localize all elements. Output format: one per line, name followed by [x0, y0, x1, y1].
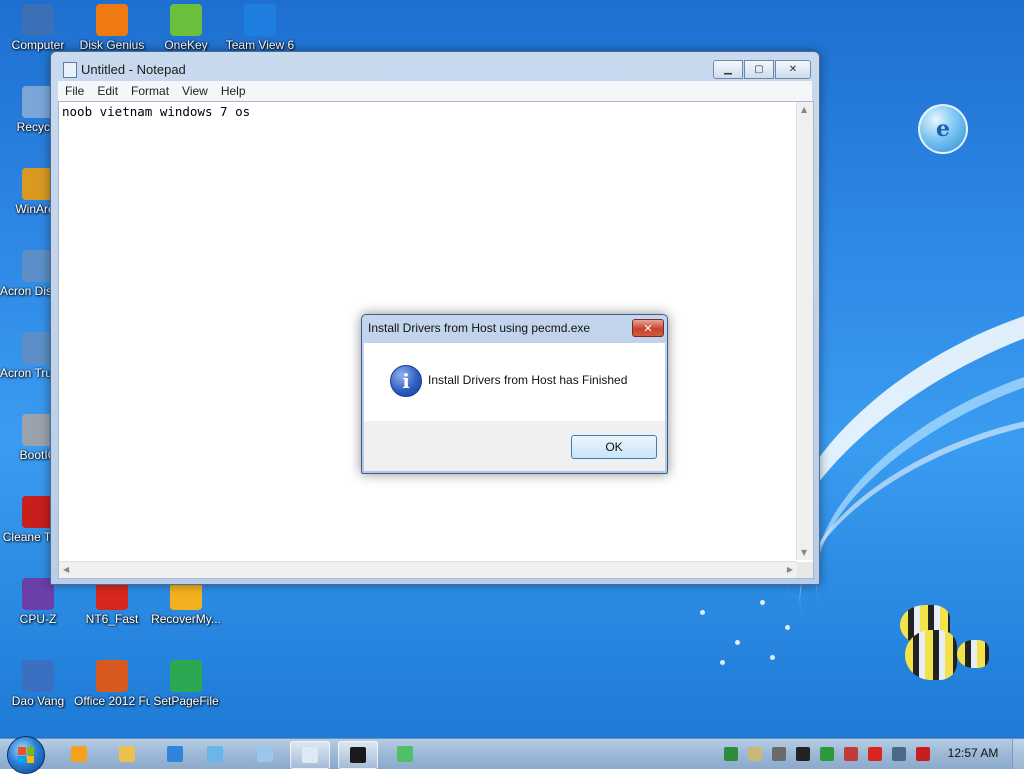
message-dialog[interactable]: Install Drivers from Host using pecmd.ex… — [361, 314, 668, 474]
scroll-right-arrow-icon[interactable]: ▶ — [787, 565, 793, 574]
scroll-left-arrow-icon[interactable]: ◀ — [63, 565, 69, 574]
taskbar-button[interactable] — [246, 741, 284, 767]
bubble-logo-icon: e — [918, 104, 968, 154]
display-icon[interactable] — [892, 747, 906, 761]
flag-icon[interactable] — [868, 747, 882, 761]
desktop-shortcut[interactable]: CPU-Z — [0, 578, 76, 627]
taskbar-button[interactable] — [386, 741, 424, 767]
taskbar-button[interactable] — [338, 741, 378, 769]
maximize-button[interactable]: ▢ — [744, 60, 774, 79]
desktop-shortcut-label: NT6_Fast — [85, 612, 139, 626]
volume-muted-icon[interactable] — [916, 747, 930, 761]
command-prompt-icon — [350, 747, 366, 763]
minimize-button[interactable]: ▁ — [713, 60, 743, 79]
fish-decoration — [905, 630, 957, 680]
desktop-shortcut[interactable]: SetPageFile — [148, 660, 224, 709]
setpagefile-icon — [397, 746, 413, 762]
desktop: e Computer Disk Genius OneKey Team View 6 Re… — [0, 0, 1024, 738]
system-clock[interactable]: 12:57 AM — [940, 746, 1006, 760]
office-icon — [96, 660, 128, 692]
dao-vang-icon — [22, 660, 54, 692]
scroll-up-arrow-icon[interactable]: ▲ — [801, 105, 807, 114]
internet-explorer-icon — [167, 746, 183, 762]
scroll-down-arrow-icon[interactable]: ▼ — [801, 548, 807, 557]
dialog-message: Install Drivers from Host has Finished — [428, 373, 628, 387]
network-globe-icon[interactable] — [724, 747, 738, 761]
editor-text: noob vietnam windows 7 os — [62, 104, 251, 119]
control-panel-icon — [207, 746, 223, 762]
taskbar-button[interactable] — [156, 741, 194, 767]
taskbar-button[interactable] — [108, 741, 146, 767]
water-drop — [700, 610, 705, 615]
water-drop — [785, 625, 790, 630]
desktop-shortcut-label: Office 2012 Full — [74, 694, 150, 708]
disk-genius-icon — [96, 4, 128, 36]
desktop-shortcut[interactable]: Computer — [0, 4, 76, 53]
menu-view[interactable]: View — [175, 84, 214, 98]
dialog-title: Install Drivers from Host using pecmd.ex… — [368, 321, 591, 335]
dialog-footer: OK — [364, 421, 665, 471]
tool-icon[interactable] — [844, 747, 858, 761]
start-button[interactable] — [7, 736, 45, 774]
onekey-icon — [170, 4, 202, 36]
shield-tool-icon — [257, 746, 273, 762]
teamviewer-icon — [244, 4, 276, 36]
ok-button[interactable]: OK — [571, 435, 657, 459]
desktop-shortcut[interactable]: RecoverMy... — [148, 578, 224, 627]
water-drop — [735, 640, 740, 645]
explorer-icon — [119, 746, 135, 762]
windows-logo-icon — [18, 747, 34, 763]
computer-icon — [22, 4, 54, 36]
desktop-shortcut[interactable]: Office 2012 Full — [74, 660, 150, 709]
vertical-scrollbar[interactable]: ▲ ▼ — [796, 102, 813, 560]
desktop-shortcut[interactable]: Dao Vang — [0, 660, 76, 709]
notepad-app-icon — [63, 62, 77, 78]
desktop-shortcut-label: CPU-Z — [19, 612, 57, 626]
water-drop — [760, 600, 765, 605]
menu-edit[interactable]: Edit — [90, 84, 124, 98]
taskbar: 12:57 AM — [0, 736, 1024, 774]
window-title: Untitled - Notepad — [81, 62, 186, 77]
play-icon[interactable] — [820, 747, 834, 761]
media-player-icon — [71, 746, 87, 762]
dialog-body: i Install Drivers from Host has Finished — [364, 343, 665, 421]
close-button[interactable]: ✕ — [775, 60, 811, 79]
size-grip[interactable] — [797, 562, 813, 578]
dialog-close-button[interactable]: ✕ — [632, 319, 664, 337]
menu-format[interactable]: Format — [124, 84, 175, 98]
taskbar-button[interactable] — [290, 741, 330, 769]
desktop-shortcut[interactable]: Team View 6 — [222, 4, 298, 53]
information-icon: i — [390, 365, 422, 397]
drive-icon[interactable] — [748, 747, 762, 761]
menu-file[interactable]: File — [58, 84, 90, 98]
console-icon[interactable] — [796, 747, 810, 761]
desktop-shortcut[interactable]: OneKey — [148, 4, 224, 53]
desktop-shortcut-label: RecoverMy... — [151, 612, 221, 626]
taskbar-button[interactable] — [60, 741, 98, 767]
taskbar-button[interactable] — [196, 741, 234, 767]
notepad-icon — [302, 747, 318, 763]
fish-decoration — [957, 640, 989, 668]
desktop-shortcut[interactable]: Disk Genius — [74, 4, 150, 53]
menu-help[interactable]: Help — [214, 84, 252, 98]
show-desktop-button[interactable] — [1012, 739, 1024, 769]
keyboard-icon[interactable] — [772, 747, 786, 761]
desktop-shortcut-label: SetPageFile — [153, 694, 219, 708]
water-drop — [770, 655, 775, 660]
setpagefile-icon — [170, 660, 202, 692]
desktop-shortcut-label: Dao Vang — [11, 694, 65, 708]
water-drop — [720, 660, 725, 665]
menu-bar: File Edit Format View Help — [58, 81, 812, 101]
horizontal-scrollbar[interactable]: ◀ ▶ — [59, 561, 797, 578]
desktop-shortcut[interactable]: NT6_Fast — [74, 578, 150, 627]
